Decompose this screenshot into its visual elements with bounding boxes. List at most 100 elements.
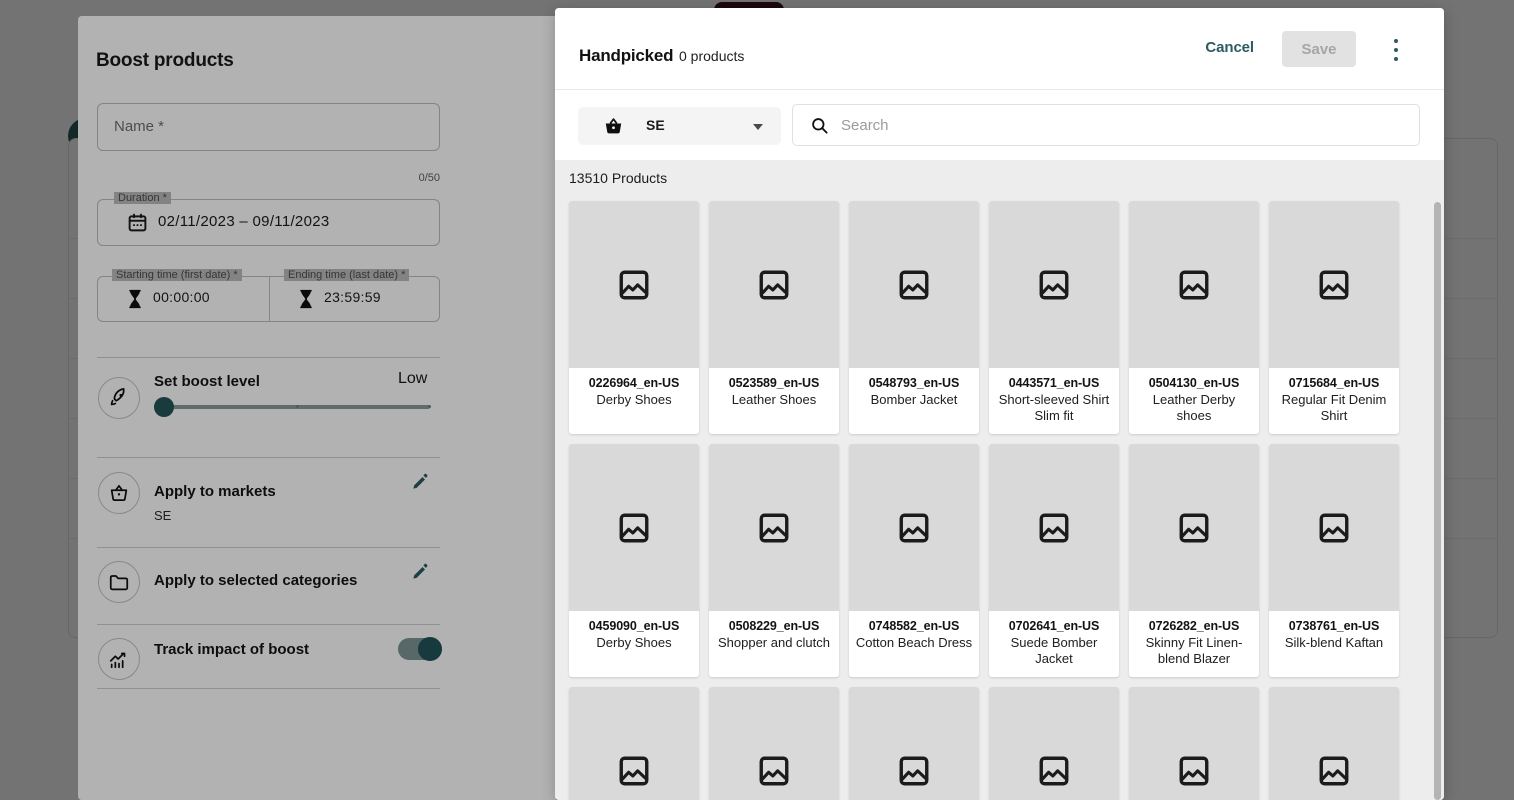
chart-icon [109,652,126,669]
image-placeholder-icon [1179,756,1209,785]
product-card[interactable] [709,687,839,800]
product-meta: 0726282_en-US Skinny Fit Linen-blend Blaz… [1129,611,1259,677]
product-card[interactable]: 0548793_en-US Bomber Jacket [849,201,979,434]
toggle-knob [418,637,442,661]
hourglass-icon [300,289,312,309]
markets-title: Apply to markets [154,483,276,500]
duration-field-value: 02/11/2023 – 09/11/2023 [158,213,330,230]
product-thumbnail [569,687,699,800]
product-meta: 0702641_en-US Suede Bomber Jacket [989,611,1119,677]
product-card[interactable]: 0702641_en-US Suede Bomber Jacket [989,444,1119,677]
product-card[interactable]: 0226964_en-US Derby Shoes [569,201,699,434]
product-thumbnail [1269,201,1399,368]
track-impact-toggle[interactable] [398,637,442,661]
basket-icon [110,484,128,502]
product-meta: 0715684_en-US Regular Fit Denim Shirt [1269,368,1399,434]
boost-products-drawer: Boost products Name * 0/50 Duration * 02… [78,16,556,800]
boost-level-title: Set boost level [154,373,260,390]
market-filter-dropdown[interactable]: SE [578,107,781,145]
product-card[interactable]: 0459090_en-US Derby Shoes [569,444,699,677]
drawer-divider [97,547,440,548]
product-name: Shopper and clutch [717,635,831,650]
end-time-field[interactable]: Ending time (last date) * 23:59:59 [269,269,440,322]
product-card[interactable]: 0443571_en-US Short-sleeved Shirt Slim fi… [989,201,1119,434]
search-box[interactable] [792,104,1420,146]
product-card[interactable]: 0748582_en-US Cotton Beach Dress [849,444,979,677]
start-time-field-value: 00:00:00 [153,289,210,305]
product-name: Skinny Fit Linen-blend Blazer [1145,635,1243,666]
product-thumbnail [989,201,1119,368]
image-placeholder-icon [1319,756,1349,785]
drawer-divider [97,357,440,358]
product-card[interactable]: 0726282_en-US Skinny Fit Linen-blend Blaz… [1129,444,1259,677]
product-card[interactable] [989,687,1119,800]
image-placeholder-icon [1039,513,1069,542]
save-button[interactable]: Save [1282,31,1356,67]
pencil-icon[interactable] [410,562,430,582]
product-meta: 0226964_en-US Derby Shoes [569,368,699,418]
duration-field[interactable]: Duration * 02/11/2023 – 09/11/2023 [97,192,440,246]
product-meta: 0443571_en-US Short-sleeved Shirt Slim fi… [989,368,1119,434]
image-placeholder-icon [619,270,649,299]
cancel-button[interactable]: Cancel [1205,39,1254,56]
product-grid: 0226964_en-US Derby Shoes 0523589_en-US Lea… [569,201,1409,800]
product-thumbnail [849,687,979,800]
drawer-divider [97,457,440,458]
kebab-menu-icon[interactable] [1384,36,1408,64]
product-thumbnail [989,444,1119,611]
image-placeholder-icon [899,756,929,785]
product-sku: 0443571_en-US [1008,376,1100,390]
grid-scrollbar-thumb[interactable] [1434,202,1441,800]
product-card[interactable]: 0523589_en-US Leather Shoes [709,201,839,434]
product-meta: 0548793_en-US Bomber Jacket [849,368,979,418]
product-card[interactable]: 0715684_en-US Regular Fit Denim Shirt [1269,201,1399,434]
product-card[interactable] [849,687,979,800]
duration-field-label: Duration * [114,192,171,204]
name-field[interactable]: Name * [97,103,440,151]
drawer-divider [97,688,440,689]
product-thumbnail [1269,687,1399,800]
product-thumbnail [1129,444,1259,611]
image-placeholder-icon [759,756,789,785]
drawer-title: Boost products [96,50,234,71]
boost-level-slider-tick [296,405,299,408]
image-placeholder-icon [1179,513,1209,542]
product-card[interactable]: 0738761_en-US Silk-blend Kaftan [1269,444,1399,677]
product-meta: 0523589_en-US Leather Shoes [709,368,839,418]
product-card[interactable] [1129,687,1259,800]
boost-level-slider-thumb[interactable] [154,397,174,417]
handpicked-modal: Handpicked 0 products Cancel Save SE Sea… [555,8,1444,800]
product-card[interactable]: 0504130_en-US Leather Derby shoes [1129,201,1259,434]
product-thumbnail [709,444,839,611]
image-placeholder-icon [1039,756,1069,785]
categories-title: Apply to selected categories [154,572,358,589]
image-placeholder-icon [1039,270,1069,299]
product-meta: 0504130_en-US Leather Derby shoes [1129,368,1259,434]
product-name: Derby Shoes [596,635,672,650]
product-meta: 0748582_en-US Cotton Beach Dress [849,611,979,661]
product-card[interactable] [569,687,699,800]
image-placeholder-icon [759,513,789,542]
name-field-counter: 0/50 [418,172,440,184]
product-card[interactable] [1269,687,1399,800]
product-name: Suede Bomber Jacket [1010,635,1098,666]
boost-level-value: Low [398,370,428,387]
product-sku: 0508229_en-US [728,619,820,633]
start-time-field[interactable]: Starting time (first date) * 00:00:00 [97,269,269,322]
search-input[interactable] [841,105,1401,145]
categories-icon-wrap [98,561,140,603]
product-name: Short-sleeved Shirt Slim fit [998,392,1110,423]
basket-icon [605,118,622,134]
pencil-icon[interactable] [410,472,430,492]
product-sku: 0738761_en-US [1288,619,1380,633]
product-card[interactable]: 0508229_en-US Shopper and clutch [709,444,839,677]
boost-level-slider-tick [428,405,431,408]
product-name: Leather Derby shoes [1152,392,1236,423]
search-icon [812,118,828,134]
product-thumbnail [569,201,699,368]
calendar-icon [128,213,147,232]
end-time-field-value: 23:59:59 [324,289,381,305]
product-thumbnail [1269,444,1399,611]
start-time-field-label: Starting time (first date) * [112,269,242,281]
chevron-down-icon [753,124,763,130]
